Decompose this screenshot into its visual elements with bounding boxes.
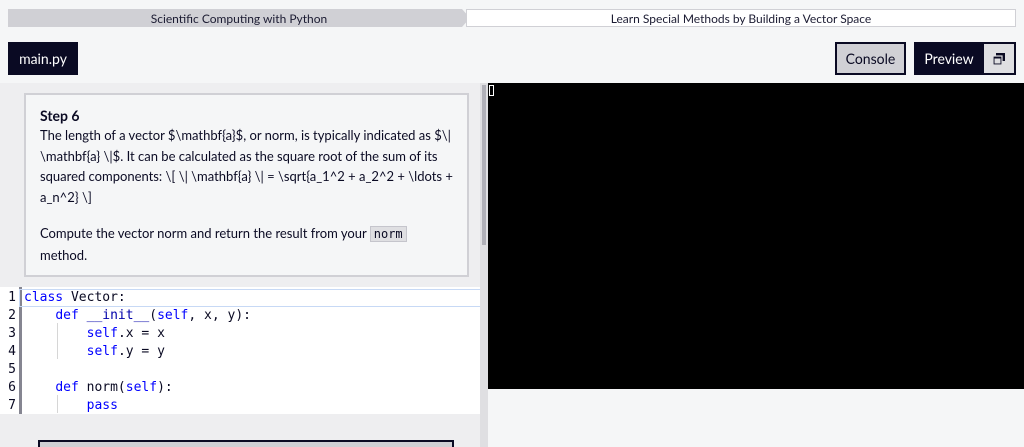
code-line[interactable]: 5 bbox=[0, 361, 484, 379]
inline-code-norm: norm bbox=[369, 226, 407, 242]
line-number: 7 bbox=[8, 398, 16, 413]
line-number: 6 bbox=[8, 380, 16, 395]
code-line[interactable]: 4 self.y = y bbox=[0, 343, 484, 361]
code-line[interactable]: 6 def norm(self): bbox=[0, 379, 484, 397]
step-paragraph-2-end: method. bbox=[40, 246, 88, 263]
step-paragraph-2: Compute the vector norm and return the r… bbox=[40, 223, 453, 265]
file-tab-main-py[interactable]: main.py bbox=[8, 42, 78, 75]
console-cursor bbox=[489, 85, 494, 96]
code-text[interactable]: def __init__(self, x, y): bbox=[24, 307, 251, 325]
line-number: 3 bbox=[8, 326, 16, 341]
line-number: 5 bbox=[8, 362, 16, 377]
code-editor[interactable]: 1 class Vector: 2 def __init__(self, x, … bbox=[0, 287, 484, 414]
line-number: 2 bbox=[8, 308, 16, 323]
line-number: 4 bbox=[8, 344, 16, 359]
step-title: Step 6 bbox=[40, 107, 80, 124]
preview-button[interactable]: Preview bbox=[914, 42, 1016, 75]
breadcrumb: Scientific Computing with Python Learn S… bbox=[0, 0, 1024, 36]
preview-button-label: Preview bbox=[924, 50, 974, 67]
code-text[interactable]: self.x = x bbox=[24, 325, 165, 343]
code-text[interactable]: class Vector: bbox=[24, 289, 126, 307]
scrollbar-thumb[interactable] bbox=[482, 85, 486, 245]
code-line[interactable]: 7 pass bbox=[0, 397, 484, 415]
code-line[interactable]: 1 class Vector: bbox=[0, 289, 484, 307]
breadcrumb-course[interactable]: Scientific Computing with Python bbox=[8, 9, 470, 27]
window-stack-icon[interactable] bbox=[984, 44, 1014, 73]
code-text[interactable]: self.y = y bbox=[24, 343, 165, 361]
code-line[interactable]: 2 def __init__(self, x, y): bbox=[0, 307, 484, 325]
code-text[interactable]: pass bbox=[24, 397, 118, 415]
lower-right-panel bbox=[488, 389, 1024, 447]
code-line[interactable]: 3 self.x = x bbox=[0, 325, 484, 343]
line-number: 1 bbox=[8, 290, 16, 305]
code-text[interactable]: def norm(self): bbox=[24, 379, 172, 397]
breadcrumb-project[interactable]: Learn Special Methods by Building a Vect… bbox=[466, 9, 1016, 27]
check-code-button-partial[interactable] bbox=[38, 440, 454, 447]
step-paragraph-1: The length of a vector $\mathbf{a}$, or … bbox=[40, 127, 453, 205]
console-output[interactable] bbox=[488, 83, 1024, 389]
step-description: Step 6 The length of a vector $\mathbf{a… bbox=[24, 93, 469, 277]
step-paragraph-2-text: Compute the vector norm and return the r… bbox=[40, 225, 370, 241]
console-button[interactable]: Console bbox=[835, 42, 906, 75]
